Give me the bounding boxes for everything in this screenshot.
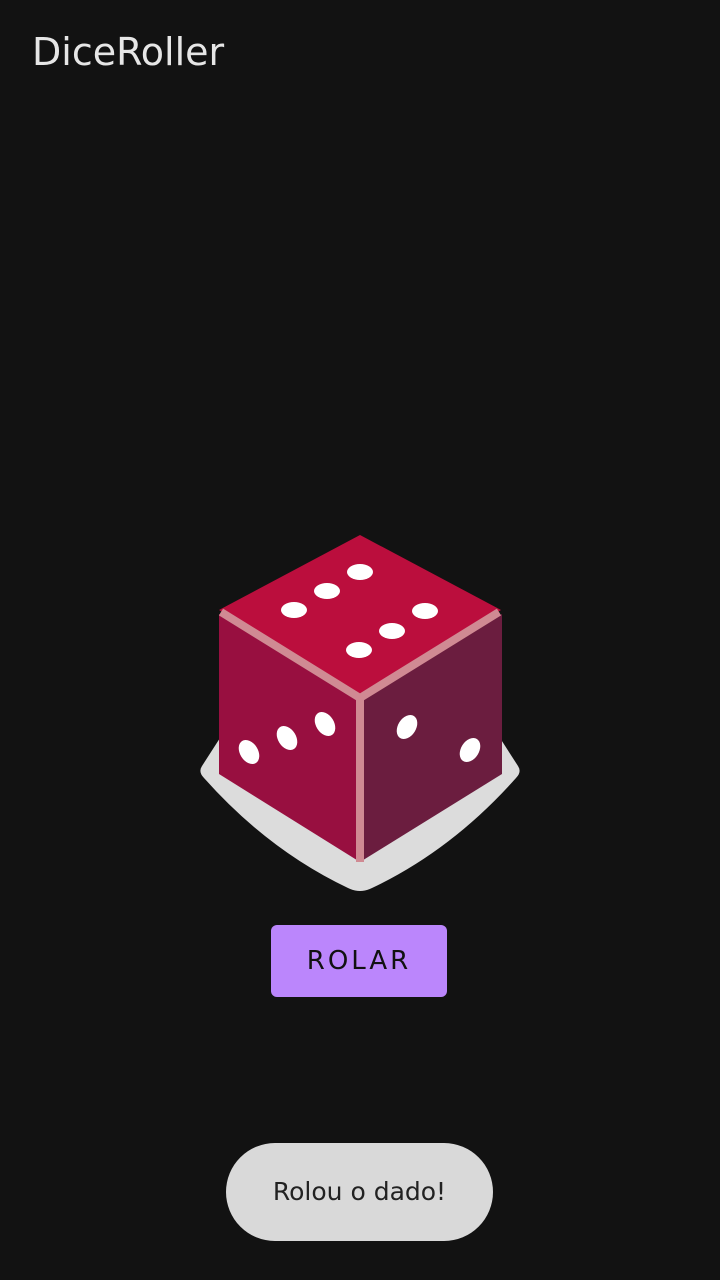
pip <box>379 623 405 639</box>
pip <box>347 564 373 580</box>
dice-roller-app: DiceRoller ROLAR Rolou o dado! <box>0 0 720 1280</box>
pip <box>412 603 438 619</box>
toast-message: Rolou o dado! <box>226 1143 493 1241</box>
app-title: DiceRoller <box>32 30 225 74</box>
pip <box>281 602 307 618</box>
pip <box>346 642 372 658</box>
dice-icon <box>200 535 520 891</box>
app-bar: DiceRoller <box>0 0 720 104</box>
roll-button[interactable]: ROLAR <box>271 925 447 997</box>
pip <box>314 583 340 599</box>
